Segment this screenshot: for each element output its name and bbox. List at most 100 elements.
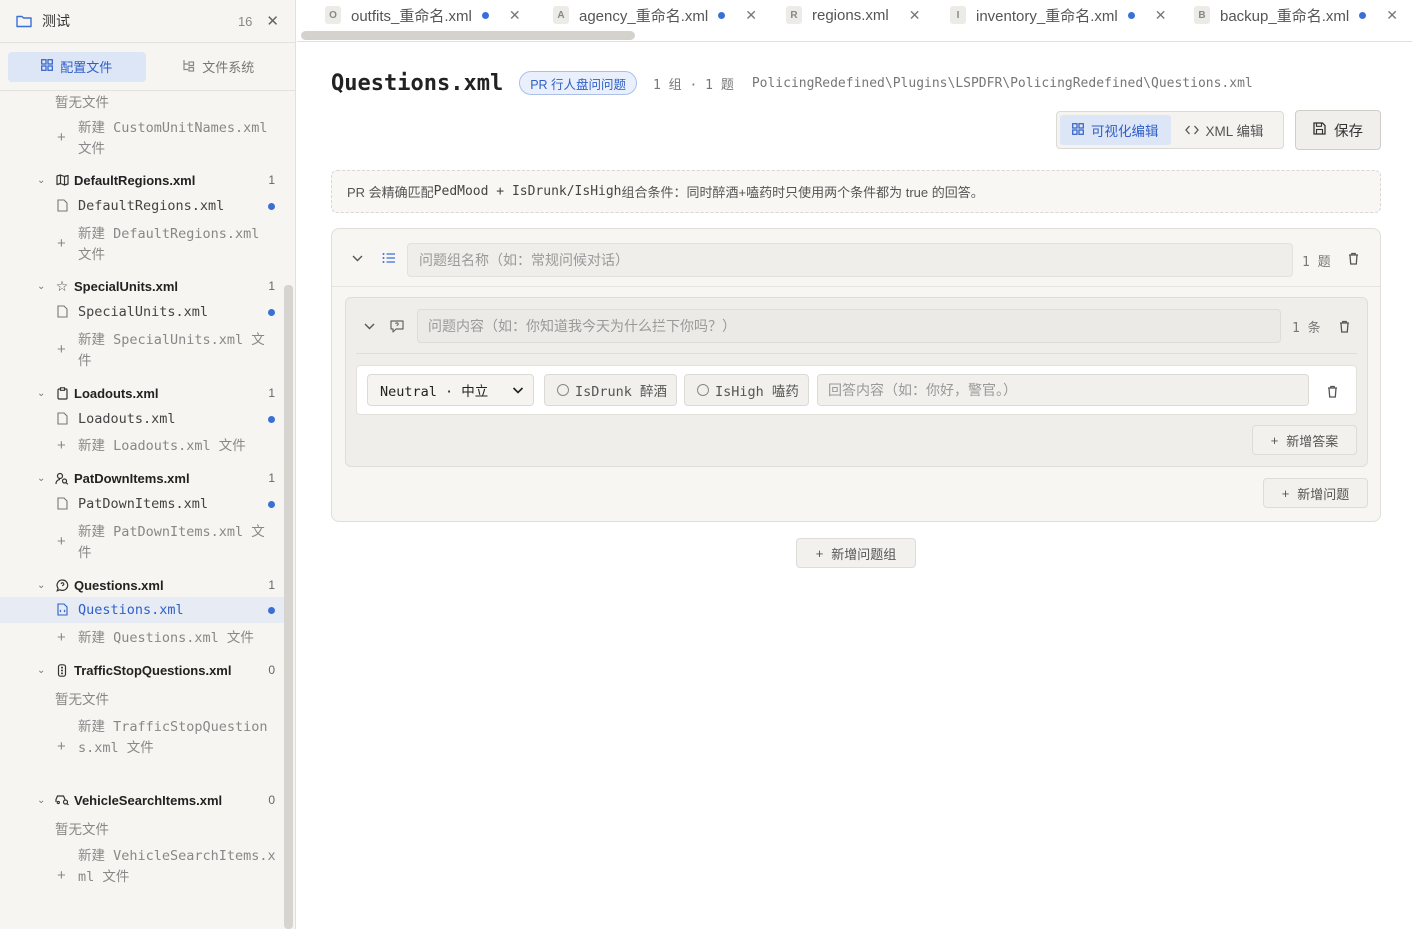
tab-scrollbar[interactable] [301,31,635,40]
folder-icon [16,14,32,28]
empty-text: 暂无文件 [55,95,109,110]
group-count: 1 [268,386,275,400]
close-icon[interactable]: ✕ [509,7,521,24]
chevron-down-icon[interactable] [348,249,366,267]
visual-edit-button[interactable]: 可视化编辑 [1060,115,1171,145]
new-file-item[interactable]: + 新建 CustomUnitNames.xml 文件 [0,118,284,160]
group-count: 0 [268,793,275,807]
xml-edit-button[interactable]: XML 编辑 [1173,115,1276,145]
button-label: 保存 [1334,123,1363,140]
editor-main: Questions.xml PR 行人盘问问题 1 组 · 1 题 Polici… [297,43,1412,929]
group-count: 1 [268,173,275,187]
new-file-item[interactable]: + 新建 Loadouts.xml 文件 [0,436,284,458]
button-label: XML 编辑 [1205,124,1264,139]
question-header: 问题内容（如：你知道我今天为什么拦下你吗？） 1 条 [356,298,1357,354]
group-count: 1 [268,279,275,293]
tree-file-defaultregions[interactable]: DefaultRegions.xml [0,193,284,219]
add-answer-button[interactable]: + 新增答案 [1252,425,1357,455]
question-text-input[interactable]: 问题内容（如：你知道我今天为什么拦下你吗？） [417,309,1281,343]
chevron-down-icon: ⌄ [37,472,46,484]
new-file-item[interactable]: + 新建 Questions.xml 文件 [0,628,284,650]
editor-tab-outfits[interactable]: O outfits_重命名.xml ✕ [325,4,521,26]
tab-badge: A [553,6,569,24]
new-file-item[interactable]: + 新建 DefaultRegions.xml 文件 [0,224,284,266]
tree-group-specialunits[interactable]: ⌄ ☆ SpecialUnits.xml 1 [0,273,284,299]
close-icon[interactable]: ✕ [909,7,921,24]
tree-group-vehiclesearchitems[interactable]: ⌄ VehicleSearchItems.xml 0 [0,787,284,813]
is-drunk-toggle[interactable]: IsDrunk 醉酒 [544,374,678,406]
new-file-label: 新建 DefaultRegions.xml 文件 [78,226,260,263]
add-question-button[interactable]: + 新增问题 [1263,478,1368,508]
editor-tab-strip: O outfits_重命名.xml ✕ A agency_重命名.xml ✕ R… [297,0,1412,42]
editor-tab-inventory[interactable]: I inventory_重命名.xml ✕ [950,4,1166,26]
file-tree: 暂无文件 + 新建 CustomUnitNames.xml 文件 ⌄ Defau… [0,91,284,929]
chevron-down-icon[interactable] [360,317,378,335]
tree-file-loadouts[interactable]: Loadouts.xml [0,406,284,432]
editor-tab-agency[interactable]: A agency_重命名.xml ✕ [553,4,757,26]
is-high-toggle[interactable]: IsHigh 嗑药 [684,374,809,406]
answer-text-input[interactable]: 回答内容（如：你好，警官。） [817,374,1309,406]
group-count: 1 [268,471,275,485]
notice-code: PedMood + IsDrunk/IsHigh [433,184,622,199]
tab-label: outfits_重命名.xml [351,7,472,25]
close-icon[interactable]: ✕ [266,12,279,30]
button-label: 新增问题 [1297,486,1350,502]
stats-text: 1 组 · 1 题 [653,77,734,93]
button-label: 新增答案 [1286,433,1339,449]
sidebar-scrollbar[interactable] [284,285,293,929]
workspace-header[interactable]: 测试 16 ✕ [0,0,295,43]
close-icon[interactable]: ✕ [1155,7,1167,24]
group-name: TrafficStopQuestions.xml [74,662,232,678]
traffic-light-icon [55,663,69,677]
trash-icon[interactable] [1345,250,1361,266]
editor-title-row: Questions.xml PR 行人盘问问题 1 组 · 1 题 Polici… [331,69,1253,97]
new-file-item[interactable]: + 新建 TrafficStopQuestions.xml 文件 [0,717,284,779]
group-name-input[interactable]: 问题组名称（如：常规问候对话） [407,243,1293,277]
trash-icon[interactable] [1324,383,1340,399]
tree-group-patdownitems[interactable]: ⌄ PatDownItems.xml 1 [0,465,284,491]
editor-tab-backup[interactable]: B backup_重命名.xml ✕ [1194,4,1398,26]
tab-badge: O [325,6,341,24]
new-file-label: 新建 VehicleSearchItems.xml 文件 [78,848,276,885]
new-file-label: 新建 CustomUnitNames.xml 文件 [78,120,268,157]
file-name: SpecialUnits.xml [78,304,209,320]
trash-icon[interactable] [1336,318,1352,334]
tree-group-questions[interactable]: ⌄ Questions.xml 1 [0,572,284,598]
tab-config-files[interactable]: 配置文件 [8,51,146,82]
tree-file-specialunits[interactable]: SpecialUnits.xml [0,299,284,325]
ped-mood-select[interactable]: Neutral · 中立 [367,374,534,406]
modified-dot [718,11,726,19]
add-question-group-button[interactable]: + 新增问题组 [796,538,916,568]
tree-file-questions[interactable]: Questions.xml [0,597,284,623]
plus-icon: + [57,437,66,454]
close-icon[interactable]: ✕ [745,7,757,24]
tree-group-defaultregions[interactable]: ⌄ DefaultRegions.xml 1 [0,167,284,193]
tree-group-trafficstopquestions[interactable]: ⌄ TrafficStopQuestions.xml 0 [0,657,284,683]
plus-icon: + [57,235,66,252]
toggle-label: IsDrunk 醉酒 [575,384,668,400]
group-question-count: 1 题 [1302,255,1331,270]
new-file-item[interactable]: + 新建 PatDownItems.xml 文件 [0,522,284,564]
toggle-label: IsHigh 嗑药 [715,384,799,400]
tree-file-patdownitems[interactable]: PatDownItems.xml [0,491,284,517]
editor-tab-regions[interactable]: R regions.xml ✕ [786,4,920,26]
plus-icon: + [57,867,66,884]
new-file-item[interactable]: + 新建 VehicleSearchItems.xml 文件 [0,846,284,908]
modified-dot [268,500,275,508]
group-header: 问题组名称（如：常规问候对话） 1 题 [332,229,1380,287]
tab-file-system[interactable]: 文件系统 [150,52,288,82]
file-code-icon [57,305,69,319]
code-icon [1184,123,1199,138]
tab-label: backup_重命名.xml [1220,7,1350,25]
tree-group-loadouts[interactable]: ⌄ Loadouts.xml 1 [0,380,284,406]
list-icon [380,249,398,267]
close-icon[interactable]: ✕ [1386,7,1398,24]
group-name: DefaultRegions.xml [74,172,196,188]
plus-icon: + [57,629,66,646]
new-file-item[interactable]: + 新建 SpecialUnits.xml 文件 [0,330,284,372]
file-code-icon [57,497,69,511]
save-button[interactable]: 保存 [1295,110,1381,150]
placeholder-text: 问题组名称（如：常规问候对话） [419,252,629,268]
plus-icon: + [57,738,66,755]
modified-dot [481,11,489,19]
